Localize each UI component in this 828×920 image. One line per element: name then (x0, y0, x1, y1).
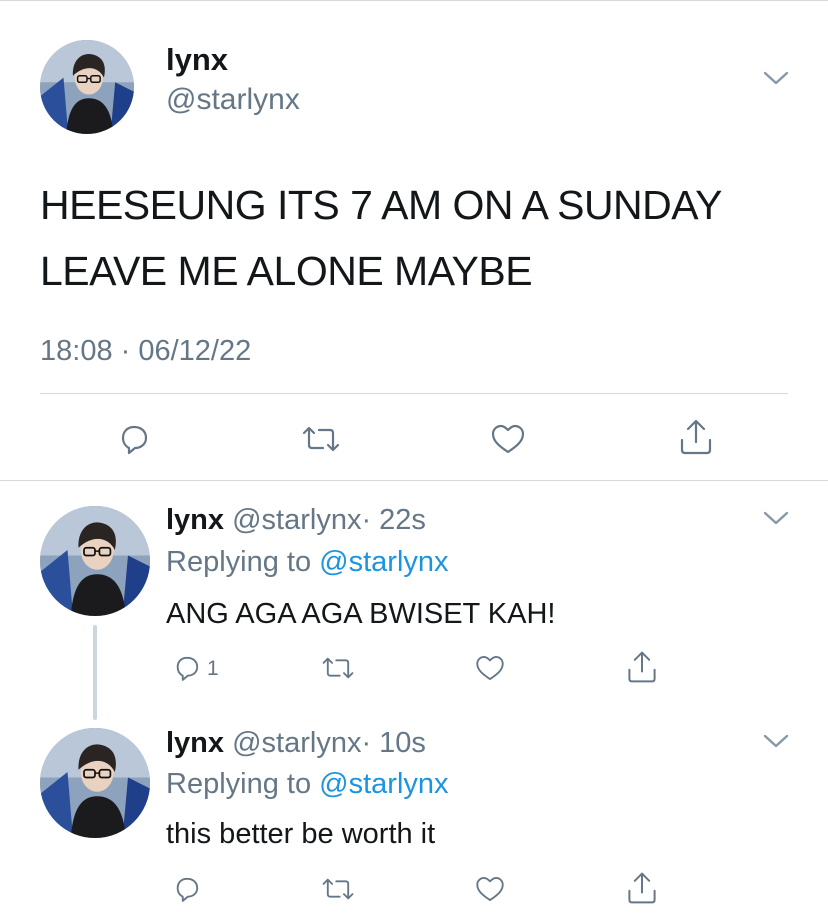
avatar[interactable] (40, 40, 134, 134)
reply-text: this better be worth it (166, 818, 436, 850)
replying-to-label: Replying to (166, 546, 312, 578)
like-icon[interactable] (472, 651, 508, 685)
reply-text: ANG AGA AGA BWISET KAH! (166, 598, 556, 630)
chevron-down-icon[interactable] (762, 731, 790, 751)
replying-to-link[interactable]: @starlynx (319, 546, 448, 578)
avatar-image (40, 728, 150, 838)
author-handle[interactable]: @starlynx (232, 727, 361, 759)
section-divider (0, 480, 828, 481)
like-icon[interactable] (487, 419, 529, 459)
avatar-image (40, 506, 150, 616)
reply-time[interactable]: · 22s (361, 504, 425, 536)
tweet-text: HEESEUNG ITS 7 AM ON A SUNDAY LEAVE ME A… (40, 172, 800, 304)
tweet-text-line: LEAVE ME ALONE MAYBE (40, 248, 533, 294)
avatar[interactable] (40, 506, 150, 616)
like-icon[interactable] (472, 872, 508, 906)
replying-to: Replying to @starlynx (166, 544, 449, 580)
top-border (0, 0, 828, 1)
retweet-icon[interactable] (318, 651, 358, 685)
reply-icon[interactable] (170, 872, 204, 906)
author-handle[interactable]: @starlynx (232, 504, 361, 536)
author-name[interactable]: lynx (166, 42, 228, 78)
avatar[interactable] (40, 728, 150, 838)
share-icon[interactable] (624, 648, 660, 686)
thread-line (93, 625, 97, 720)
author-name[interactable]: lynx (166, 504, 224, 536)
replying-to: Replying to @starlynx (166, 766, 449, 802)
reply-icon[interactable] (114, 419, 154, 459)
retweet-icon[interactable] (318, 872, 358, 906)
timestamp[interactable]: 18:08 · 06/12/22 (40, 333, 251, 369)
reply-time[interactable]: · 10s (361, 727, 425, 759)
author-name[interactable]: lynx (166, 727, 224, 759)
reply-icon[interactable] (170, 651, 204, 685)
author-handle[interactable]: @starlynx (166, 82, 300, 118)
chevron-down-icon[interactable] (762, 508, 790, 528)
retweet-icon[interactable] (298, 419, 344, 459)
tweet-text-line: HEESEUNG ITS 7 AM ON A SUNDAY (40, 182, 722, 228)
share-icon[interactable] (676, 416, 716, 458)
share-icon[interactable] (624, 869, 660, 907)
avatar-image (40, 40, 134, 134)
reply-count: 1 (207, 657, 219, 680)
replying-to-link[interactable]: @starlynx (319, 768, 448, 800)
replying-to-label: Replying to (166, 768, 312, 800)
reply-header: lynx @starlynx· 22s (166, 502, 426, 538)
divider (40, 393, 788, 394)
reply-header: lynx @starlynx· 10s (166, 725, 426, 761)
chevron-down-icon[interactable] (762, 68, 790, 88)
